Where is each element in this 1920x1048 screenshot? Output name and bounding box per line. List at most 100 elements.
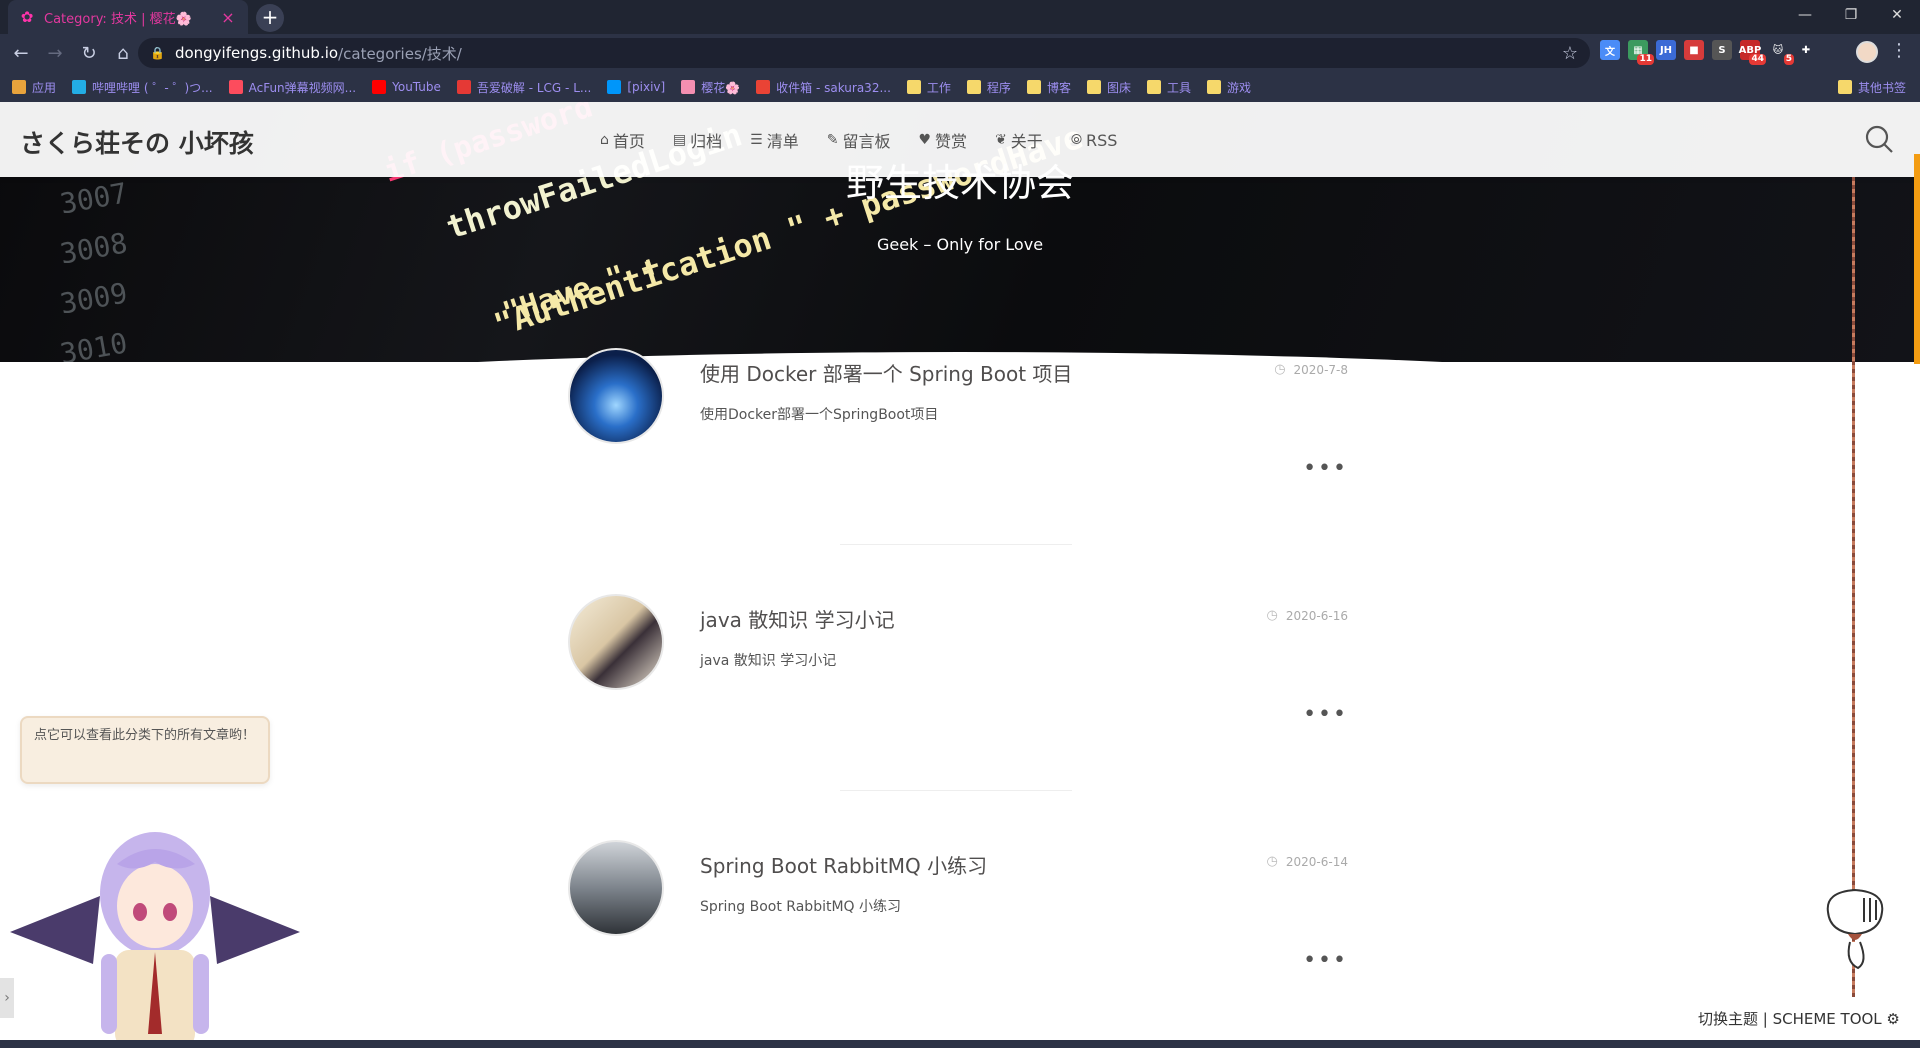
youtube-icon	[372, 80, 387, 94]
post-card: Spring Boot RabbitMQ 小练习 ◷ 2020-6-14 Spring…	[568, 840, 1348, 1048]
home-icon[interactable]: ⌂	[110, 40, 136, 66]
acfun-icon	[228, 80, 243, 94]
nav-item[interactable]: ❦ 关于	[995, 128, 1043, 152]
tab-title: Category: 技术 | 樱花🌸	[44, 11, 192, 27]
clock-icon: ◷	[1266, 854, 1278, 869]
s-ext-icon[interactable]: S	[1712, 40, 1732, 60]
bookmark-item[interactable]: 吾爱破解 - LCG - L...	[456, 79, 591, 96]
bookmark-item[interactable]: 应用	[12, 79, 56, 96]
other-bookmarks[interactable]: 其他书签	[1837, 72, 1906, 102]
post-title[interactable]: 使用 Docker 部署一个 Spring Boot 项目	[700, 358, 1072, 387]
bookmark-label: 收件箱 - sakura32...	[776, 80, 891, 95]
taskbar-strip	[0, 1040, 1920, 1048]
scroll-to-top-cat-icon[interactable]	[1820, 882, 1890, 972]
cat-svg	[1826, 888, 1884, 970]
nav-item[interactable]: ☰ 清单	[750, 128, 799, 152]
browser-tab-active[interactable]: ✿ Category: 技术 | 樱花🌸 ×	[8, 0, 248, 34]
bookmark-label: AcFun弹幕视频网...	[248, 80, 357, 95]
bookmark-item[interactable]: 工具	[1146, 79, 1191, 96]
post-title[interactable]: java 散知识 学习小记	[700, 604, 895, 633]
lock-icon[interactable]: 🔒	[150, 46, 165, 60]
translate-icon[interactable]: 文	[1600, 40, 1620, 60]
window-controls: — ❐ ✕	[1782, 0, 1920, 30]
address-bar[interactable]: 🔒 dongyifengs.github.io /categories/技术/ …	[138, 38, 1590, 68]
grid-ext-icon[interactable]: ▦ 11	[1628, 40, 1654, 65]
back-arrow-icon[interactable]: ←	[8, 40, 34, 66]
post-thumbnail[interactable]	[568, 840, 664, 936]
code-line-numbers: 3009	[57, 276, 130, 321]
folder-icon	[906, 80, 921, 94]
bookmark-label: 程序	[986, 80, 1011, 95]
forward-arrow-icon[interactable]: →	[42, 40, 68, 66]
post-title[interactable]: Spring Boot RabbitMQ 小练习	[700, 850, 987, 879]
clock-icon: ◷	[1266, 608, 1278, 623]
abp-icon[interactable]: ABP 44	[1739, 40, 1766, 65]
red-ext-icon[interactable]: ■	[1684, 40, 1704, 60]
more-dots-icon[interactable]: •••	[1303, 702, 1348, 727]
new-tab-button[interactable]: +	[256, 4, 284, 32]
nav-item[interactable]: ▤ 归档	[673, 128, 722, 152]
52pojie-icon	[456, 80, 471, 94]
folder-icon	[1146, 80, 1161, 94]
nav-item[interactable]: ⦾ RSS	[1071, 128, 1118, 152]
cat-ext-icon[interactable]: 🐱 5	[1768, 40, 1794, 65]
bilibili-icon	[72, 80, 87, 94]
post-card: java 散知识 学习小记 ◷ 2020-6-16 java 散知识 学习小记 •••	[568, 594, 1348, 834]
bookmarks-bar: 应用 哔哩哔哩 ( ゜- ゜)つ... AcFun弹幕视频网... YouTube 吾爱…	[0, 72, 1920, 102]
bookmark-item[interactable]: 游戏	[1206, 79, 1251, 96]
mascot-character[interactable]	[5, 824, 305, 1048]
search-icon-svg	[1865, 125, 1893, 153]
pixiv-icon	[607, 80, 622, 94]
bookmark-item[interactable]: 程序	[966, 79, 1011, 96]
folder-icon	[1026, 80, 1041, 94]
minimize-button[interactable]: —	[1782, 0, 1828, 30]
post-date: ◷ 2020-6-14	[1267, 854, 1348, 869]
page-scrollbar-thumb[interactable]	[1914, 154, 1920, 364]
scheme-tool-button[interactable]: 切换主题 | SCHEME TOOL ⚙	[1698, 1008, 1900, 1029]
nav-item-label: 首页	[612, 132, 645, 151]
post-thumbnail[interactable]	[568, 348, 664, 444]
extension-glyph: JH	[1659, 44, 1673, 56]
nav-item[interactable]: ✎ 留言板	[827, 128, 891, 152]
extension-badge: 44	[1749, 54, 1766, 65]
bookmark-label: 图床	[1106, 80, 1131, 95]
bookmark-item[interactable]: YouTube	[372, 80, 441, 94]
bookmark-item[interactable]: 收件箱 - sakura32...	[756, 79, 891, 96]
jh-icon[interactable]: JH	[1656, 40, 1676, 60]
bookmark-item[interactable]: 哔哩哔哩 ( ゜- ゜)つ...	[72, 79, 213, 96]
apps-icon	[12, 80, 26, 94]
bookmark-label: 工作	[926, 80, 951, 95]
bookmark-item[interactable]: 工作	[906, 79, 951, 96]
puzzle-icon[interactable]: ✚	[1796, 40, 1816, 60]
more-dots-icon[interactable]: •••	[1303, 456, 1348, 481]
other-bookmarks-label: 其他书签	[1857, 80, 1906, 95]
post-date-text: 2020-6-16	[1285, 608, 1348, 623]
post-divider	[840, 790, 1072, 791]
bookmark-star-icon[interactable]: ☆	[1562, 43, 1578, 64]
post-thumbnail[interactable]	[568, 594, 664, 690]
bookmark-item[interactable]: 博客	[1026, 79, 1071, 96]
reload-icon[interactable]: ↻	[76, 40, 102, 66]
more-dots-icon[interactable]: •••	[1303, 948, 1348, 973]
browser-toolbar: ← → ↻ ⌂ 🔒 dongyifengs.github.io /categor…	[0, 34, 1920, 72]
bookmark-item[interactable]: [pixiv]	[607, 80, 665, 94]
folder-icon	[966, 80, 981, 94]
bookmark-item[interactable]: 樱花🌸	[681, 79, 740, 96]
tab-close-icon[interactable]: ×	[218, 8, 238, 27]
search-icon[interactable]	[1864, 124, 1894, 154]
profile-avatar[interactable]	[1856, 41, 1878, 63]
sidebar-toggle-arrow[interactable]: ›	[0, 978, 14, 1018]
site-nav-menu: ⌂ 首页 ▤ 归档 ☰ 清单 ✎ 留言板 ♥ 赞赏 ❦ 关于 ⦾ RSS	[600, 128, 1117, 152]
restore-button[interactable]: ❐	[1828, 0, 1874, 30]
nav-item-icon: ✎	[826, 132, 839, 148]
site-title[interactable]: さくら荘その 小坏孩	[20, 124, 254, 160]
extension-glyph: ■	[1689, 44, 1699, 56]
bookmark-item[interactable]: 图床	[1086, 79, 1131, 96]
post-divider	[840, 544, 1072, 545]
bookmark-item[interactable]: AcFun弹幕视频网...	[228, 79, 357, 96]
nav-item[interactable]: ♥ 赞赏	[918, 128, 967, 152]
browser-menu-icon[interactable]: ⋮	[1890, 40, 1908, 61]
close-window-button[interactable]: ✕	[1874, 0, 1920, 30]
nav-item[interactable]: ⌂ 首页	[600, 128, 645, 152]
mascot-tip-bubble: 点它可以查看此分类下的所有文章哟！	[20, 716, 270, 784]
